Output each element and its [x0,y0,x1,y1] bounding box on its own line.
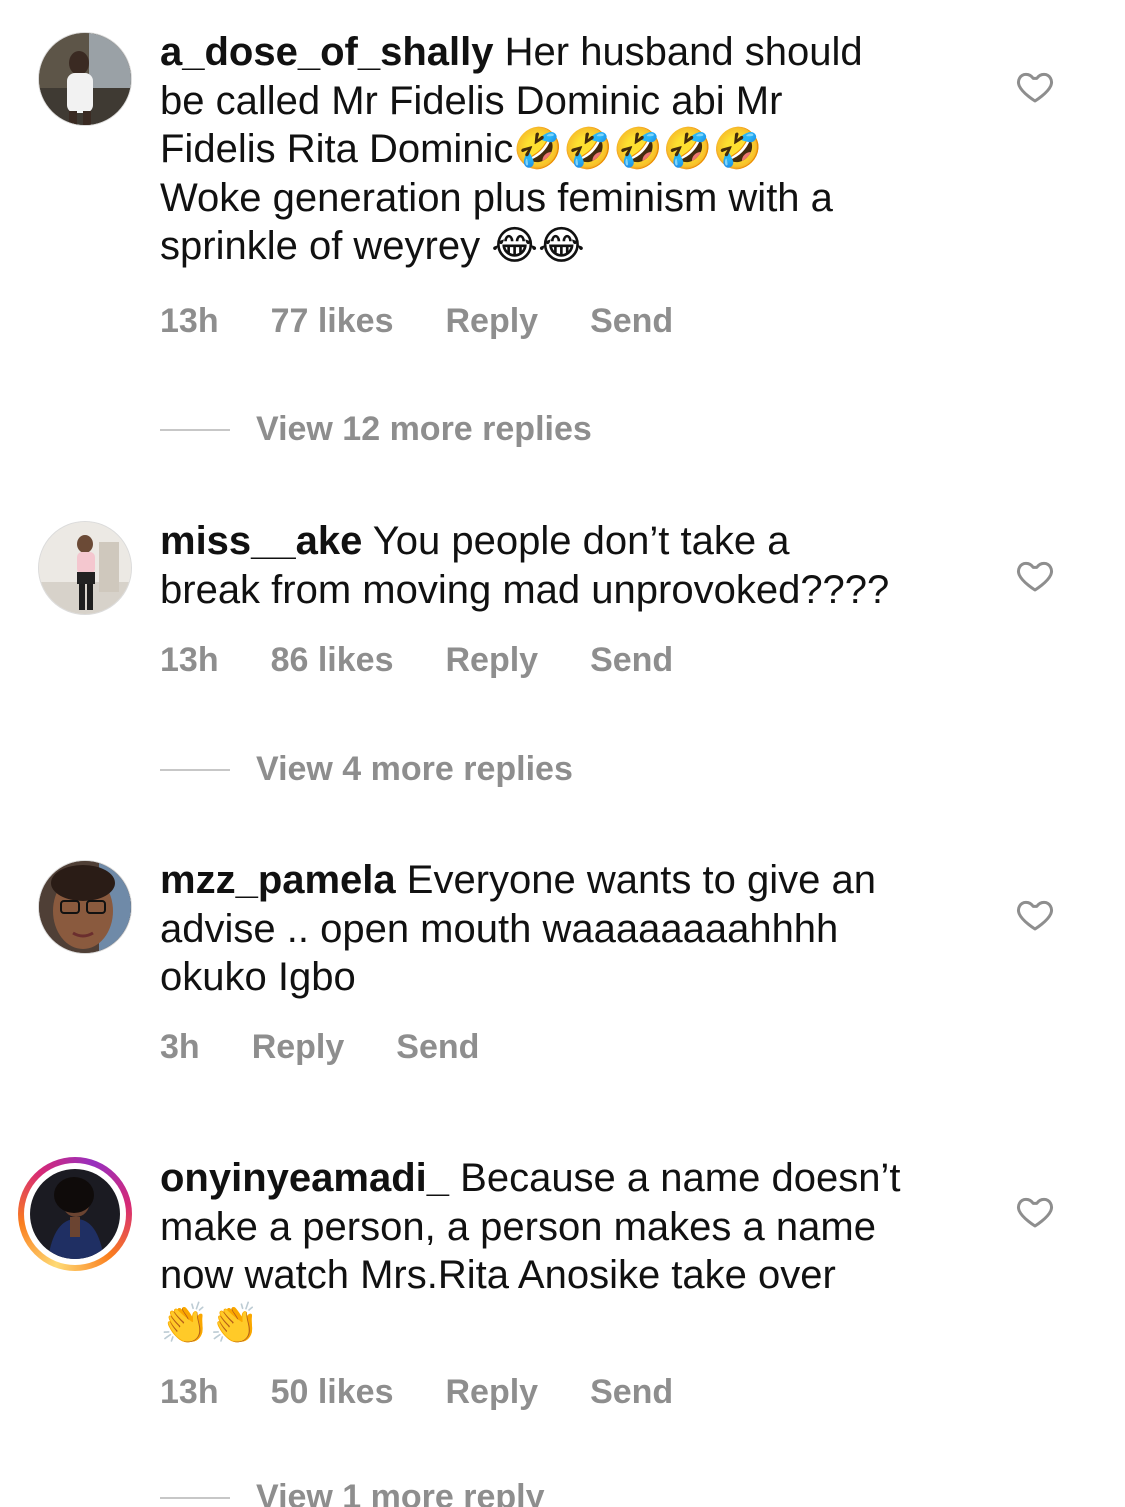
comment-line: Her husband should [504,30,863,74]
comment-meta: 13h 50 likes Reply Send [160,1373,673,1412]
avatar-photo [30,1169,120,1259]
avatar-photo [39,861,131,953]
replies-divider [160,768,230,771]
comment-username[interactable]: mzz_pamela [160,858,396,902]
comment-text: mzz_pamela Everyone wants to give an adv… [160,856,960,1002]
comment-line: Because a name doesn’t [460,1156,901,1200]
view-replies-button[interactable]: View 4 more replies [160,750,573,789]
comment-line: advise .. open mouth waaaaaaaahhhh [160,906,839,951]
replies-divider [160,1496,230,1499]
reply-button[interactable]: Reply [445,1373,538,1412]
send-button[interactable]: Send [590,641,673,680]
reply-button[interactable]: Reply [445,641,538,680]
comment-time: 3h [160,1028,200,1066]
comment-likes[interactable]: 50 likes [271,1373,394,1412]
comment-line: You people don’t take a [372,519,790,563]
comment-likes[interactable]: 77 likes [271,302,394,341]
view-replies-label: View 1 more reply [256,1478,545,1507]
avatar-photo [39,33,131,125]
comment-line: Woke generation plus feminism with a [160,175,833,220]
reply-button[interactable]: Reply [252,1028,345,1067]
avatar[interactable] [38,32,132,126]
comment-username[interactable]: miss__ake [160,519,362,563]
heart-outline-icon[interactable] [1015,1191,1055,1231]
view-replies-label: View 4 more replies [256,750,573,788]
send-button[interactable]: Send [590,1373,673,1412]
comment-line: make a person, a person makes a name [160,1204,876,1249]
comment-time: 13h [160,641,219,679]
story-ring-avatar[interactable] [18,1157,132,1271]
replies-divider [160,428,230,431]
reply-button[interactable]: Reply [445,302,538,341]
comment-text: miss__ake You people don’t take a break … [160,517,960,614]
view-replies-label: View 12 more replies [256,410,592,448]
comment-line: 👏👏 [160,1301,260,1346]
avatar [30,1169,120,1259]
comment-line: okuko Igbo [160,955,356,999]
view-replies-button[interactable]: View 1 more reply [160,1478,545,1507]
heart-outline-icon[interactable] [1015,894,1055,934]
comment-time: 13h [160,1373,219,1411]
comment-username[interactable]: onyinyeamadi_ [160,1156,449,1200]
comment-line: Everyone wants to give an [406,858,876,902]
comment-text: a_dose_of_shally Her husband should be c… [160,28,960,271]
comment-line: sprinkle of weyrey 😂😂 [160,224,585,268]
comment-meta: 13h 86 likes Reply Send [160,641,673,680]
comment-time: 13h [160,302,219,340]
comment-line: Fidelis Rita Dominic🤣🤣🤣🤣🤣 [160,127,763,171]
view-replies-button[interactable]: View 12 more replies [160,410,592,449]
send-button[interactable]: Send [590,302,673,341]
comment-line: be called Mr Fidelis Dominic abi Mr [160,78,783,123]
avatar[interactable] [38,521,132,615]
avatar-photo [39,522,131,614]
comment-text: onyinyeamadi_ Because a name doesn’t mak… [160,1154,960,1348]
comment-likes[interactable]: 86 likes [271,641,394,680]
comment-line: now watch Mrs.Rita Anosike take over [160,1253,836,1297]
comments-page: a_dose_of_shally Her husband should be c… [0,0,1125,1507]
comment-meta: 3h Reply Send [160,1028,479,1067]
comment-line: break from moving mad unprovoked???? [160,567,890,612]
heart-outline-icon[interactable] [1015,66,1055,106]
heart-outline-icon[interactable] [1015,555,1055,595]
comment-username[interactable]: a_dose_of_shally [160,30,494,74]
comment-meta: 13h 77 likes Reply Send [160,302,673,341]
avatar[interactable] [38,860,132,954]
send-button[interactable]: Send [396,1028,479,1067]
